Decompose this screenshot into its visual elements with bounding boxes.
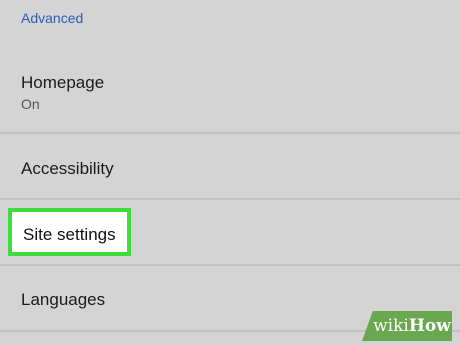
settings-item-label: Accessibility [21,159,114,178]
wikihow-watermark: wiki How [362,311,452,341]
settings-screen: Advanced Homepage On Accessibility Site … [0,0,460,345]
settings-item-accessibility[interactable]: Accessibility [0,134,460,198]
settings-item-label: Homepage [21,73,105,92]
watermark-wiki: wiki [373,316,409,336]
watermark-how: How [408,316,451,336]
settings-item-site-settings[interactable]: Site settings [8,208,131,256]
settings-item-sublabel: On [21,96,40,112]
section-header-advanced: Advanced [21,10,84,26]
settings-item-homepage[interactable]: Homepage On [0,60,460,132]
settings-item-label: Site settings [23,225,116,244]
settings-item-label: Languages [21,290,106,309]
